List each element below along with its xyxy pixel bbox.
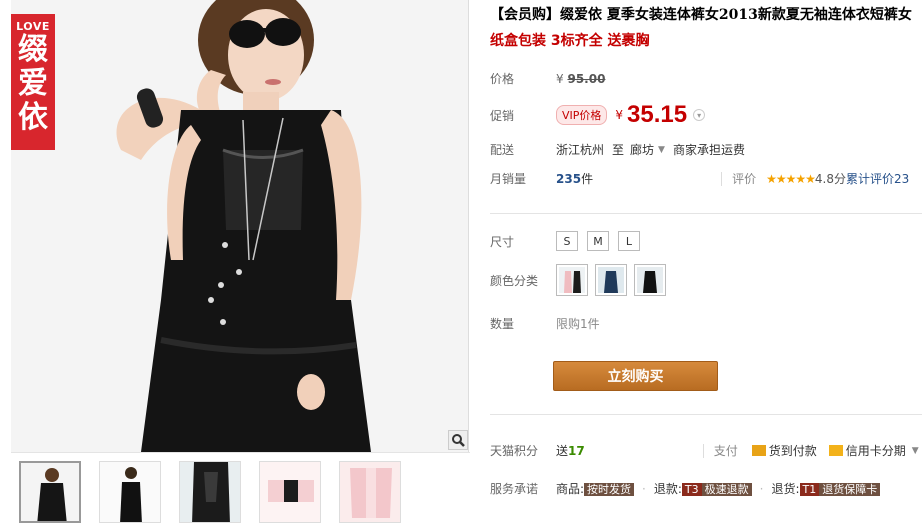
brand-logo-char-3: 依 [18,100,48,135]
cash-on-delivery-icon [751,445,766,456]
thumbnail-2[interactable] [99,461,161,523]
thumbnail-5[interactable] [339,461,401,523]
sales-row: 月销量 235 件 评价 ★★★★★ 4.8分 累计评价23 [490,170,909,187]
color-swatch-3[interactable] [634,264,666,296]
color-swatch-1[interactable] [556,264,588,296]
product-gallery: LOVE 缀 爱 依 [0,0,470,526]
points-prefix: 送 [556,444,569,458]
rating-score: 4.8分 [814,172,846,186]
sales-unit: 件 [581,172,594,186]
refund-code-badge: T3 [681,483,702,496]
magnifier-icon [452,434,465,447]
divider [490,414,922,415]
product-title: 【会员购】缀爱依 夏季女装连体裤女2013新款夏无袖连体衣短裤女 [490,7,912,23]
return-guarantee-badge[interactable]: 退货保障卡 [819,483,881,496]
promo-label: 促销 [490,108,515,123]
original-price-value: 95.00 [567,71,606,86]
brand-logo-char-2: 爱 [18,66,48,101]
current-price-symbol: ¥ [615,108,624,122]
shipping-fee-note: 商家承担运费 [672,143,745,157]
rating-total-text: 累计评价 [845,172,894,186]
rating-stars-icon: ★★★★★ [766,171,816,186]
purchase-limit: 限购1件 [556,317,600,331]
separator-dot: · [642,481,646,496]
service-row: 服务承诺 商品: 按时发货 · 退款: T3 极速退款 · 退货: T1 退货保障卡 [490,480,881,497]
divider [721,171,723,186]
product-subtitle: 纸盒包装 3标齐全 送裹胸 [490,33,650,49]
price-row: 价格 ¥ 95.00 [490,70,605,87]
rating-label: 评价 [732,172,757,186]
original-price-symbol: ¥ [556,71,564,86]
service-goods-prefix: 商品: [556,482,585,496]
size-option-m[interactable]: M [587,231,609,251]
color-label: 颜色分类 [490,273,539,288]
credit-card-icon [828,445,843,456]
destination-dropdown-icon[interactable]: ▼ [658,145,665,155]
service-return-prefix: 退货: [771,482,800,496]
quantity-row: 数量 限购1件 [490,315,600,332]
main-product-image[interactable] [11,0,469,452]
color-swatch-2[interactable] [595,264,627,296]
thumbnail-1[interactable] [19,461,81,523]
cash-on-delivery-link[interactable]: 货到付款 [769,442,817,459]
thumbnail-strip [11,452,470,526]
original-price: ¥ 95.00 [556,72,605,86]
size-label: 尺寸 [490,234,515,249]
thumbnail-3[interactable] [179,461,241,523]
rating-total-link[interactable]: 累计评价23 [846,170,909,187]
color-row: 颜色分类 [490,264,673,296]
shipping-label: 配送 [490,143,515,157]
thumbnail-4[interactable] [259,461,321,523]
quantity-label: 数量 [490,317,515,331]
size-option-l[interactable]: L [618,231,640,251]
payment-label: 支付 [713,444,738,458]
service-refund-prefix: 退款: [653,482,682,496]
product-details: 【会员购】缀爱依 夏季女装连体裤女2013新款夏无袖连体衣短裤女 纸盒包装 3标… [490,0,922,526]
shipping-to-word: 至 [612,143,625,157]
separator-dot: · [759,481,764,496]
sales-count: 235 [556,171,582,186]
divider [490,213,922,214]
divider [702,443,704,458]
brand-logo-char-1: 缀 [18,32,48,67]
chevron-down-icon[interactable]: ▾ [693,109,706,121]
service-item-refund: 退款: T3 极速退款 [654,480,752,497]
points-label: 天猫积分 [490,444,539,458]
zoom-button[interactable] [448,430,468,450]
shipping-destination[interactable]: 廊坊 [630,141,654,158]
price-label: 价格 [490,72,515,86]
brand-logo: LOVE 缀 爱 依 [11,14,55,150]
service-label: 服务承诺 [490,482,539,496]
shipping-row: 配送 浙江杭州 至 廊坊 ▼ 商家承担运费 [490,141,745,158]
points-value: 17 [568,443,585,458]
size-option-s[interactable]: S [556,231,578,251]
model-photo [11,0,468,452]
credit-installment-link[interactable]: 信用卡分期 [846,442,906,459]
vip-badge: VIP价格 [556,105,608,125]
points-row: 天猫积分 送 17 支付 货到付款 信用卡分期 ▼ [490,442,919,459]
size-row: 尺寸 S M L [490,231,649,251]
buy-now-button[interactable]: 立刻购买 [553,361,718,391]
payment-dropdown-icon[interactable]: ▼ [912,446,919,456]
service-item-goods: 商品: 按时发货 [556,480,635,497]
sales-label: 月销量 [490,172,527,186]
on-time-shipping-badge[interactable]: 按时发货 [584,483,635,496]
shipping-from: 浙江杭州 [556,143,605,157]
service-item-return: 退货: T1 退货保障卡 [771,480,881,497]
fast-refund-badge[interactable]: 极速退款 [701,483,752,496]
return-code-badge: T1 [799,483,820,496]
promo-row: 促销 VIP价格 ¥ 35.15 ▾ [490,101,706,129]
rating-total-count: 23 [894,172,910,186]
current-price: 35.15 [627,101,688,128]
